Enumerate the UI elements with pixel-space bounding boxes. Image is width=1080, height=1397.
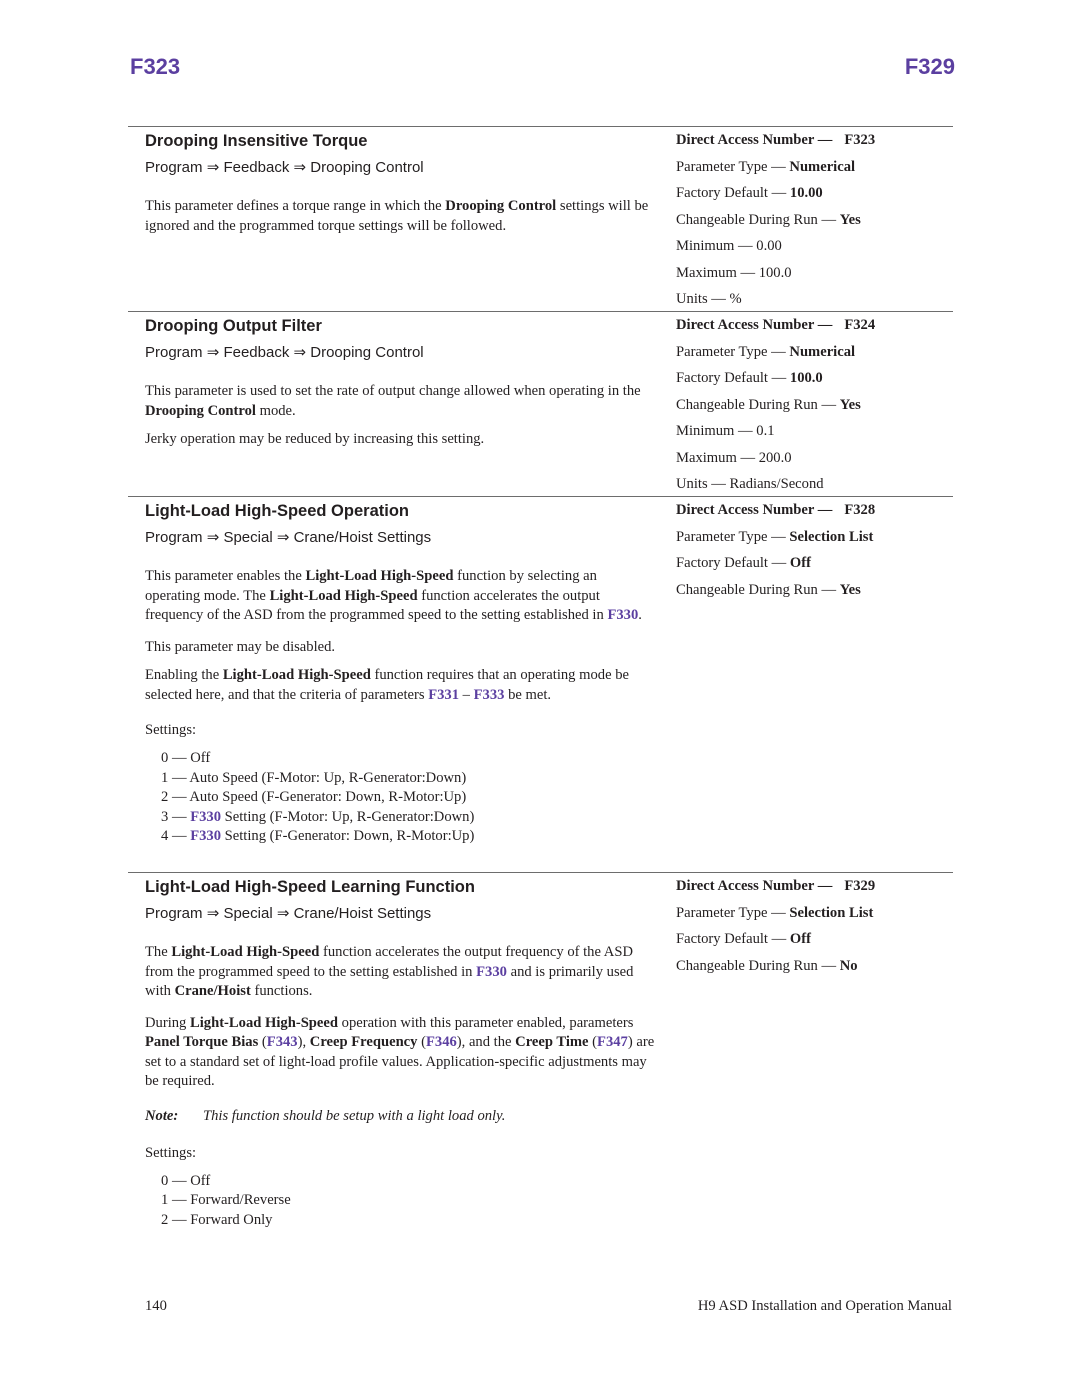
parameter-specs: Direct Access Number — F323 Parameter Typ… <box>676 127 956 313</box>
setting-option: 2 — Auto Speed (F-Generator: Down, R-Mot… <box>161 789 467 805</box>
parameter-type: Parameter Type — Numerical <box>676 158 856 175</box>
description-paragraph: This parameter enables the Light-Load Hi… <box>145 568 642 623</box>
parameter-link-f331[interactable]: F331 <box>428 687 459 703</box>
description-paragraph: Jerky operation may be reduced by increa… <box>145 431 485 447</box>
minimum: Minimum — 0.00 <box>676 238 782 254</box>
description-paragraph: Enabling the Light-Load High-Speed funct… <box>145 667 629 703</box>
path-item: Crane/Hoist Settings <box>293 905 432 922</box>
direct-access-number: Direct Access Number — F328 <box>676 502 876 518</box>
note-text: This function should be setup with a lig… <box>203 1107 506 1124</box>
setting-option: 2 — Forward Only <box>161 1211 273 1228</box>
minimum: Minimum — 0.1 <box>676 423 775 439</box>
path-item: Special <box>223 529 273 546</box>
factory-default: Factory Default — Off <box>676 931 811 947</box>
setting-option: 1 — Forward/Reverse <box>161 1192 291 1208</box>
settings-list: 0 — Off 1 — Forward/Reverse 2 — Forward … <box>145 1172 655 1231</box>
parameter-specs: Direct Access Number — F324 Parameter Typ… <box>676 312 956 498</box>
parameter-link-f346[interactable]: F346 <box>426 1034 457 1050</box>
parameter-section-f329: Light-Load High-Speed Learning Function … <box>128 872 953 1253</box>
maximum: Maximum — 200.0 <box>676 449 792 466</box>
setting-option: 4 — F330 Setting (F-Generator: Down, R-M… <box>161 828 475 844</box>
setting-option: 1 — Auto Speed (F-Motor: Up, R-Generator… <box>161 769 467 786</box>
menu-path: Program ⇒ Feedback ⇒ Drooping Control <box>145 159 655 177</box>
path-item: Feedback <box>223 159 290 176</box>
section-title: Light-Load High-Speed Learning Function <box>145 878 475 896</box>
direct-access-number: Direct Access Number — F329 <box>676 878 876 894</box>
description-paragraph: This parameter is used to set the rate o… <box>145 383 641 419</box>
path-item: Program <box>145 529 203 546</box>
path-arrow-icon: ⇒ <box>276 529 290 546</box>
menu-path: Program ⇒ Special ⇒ Crane/Hoist Settings <box>145 529 655 547</box>
settings-list: 0 — Off 1 — Auto Speed (F-Motor: Up, R-G… <box>145 749 655 847</box>
path-item: Drooping Control <box>310 344 424 361</box>
path-item: Special <box>223 905 273 922</box>
path-arrow-icon: ⇒ <box>276 905 290 922</box>
setting-option: 0 — Off <box>161 1172 211 1189</box>
factory-default: Factory Default — 10.00 <box>676 185 823 201</box>
section-title: Light-Load High-Speed Operation <box>145 502 409 520</box>
path-arrow-icon: ⇒ <box>206 529 220 546</box>
changeable-during-run: Changeable During Run — Yes <box>676 396 861 413</box>
path-arrow-icon: ⇒ <box>206 905 220 922</box>
factory-default: Factory Default — Off <box>676 555 811 571</box>
direct-access-number: Direct Access Number — F323 <box>676 132 876 148</box>
maximum: Maximum — 100.0 <box>676 264 792 281</box>
settings-label: Settings: <box>145 1144 197 1161</box>
parameter-link-f330[interactable]: F330 <box>190 828 221 844</box>
description-paragraph: During Light-Load High-Speed operation w… <box>145 1014 655 1090</box>
section-title: Drooping Output Filter <box>145 317 322 335</box>
changeable-during-run: Changeable During Run — No <box>676 957 858 974</box>
units: Units — % <box>676 291 742 307</box>
parameter-link-f330[interactable]: F330 <box>607 607 638 623</box>
changeable-during-run: Changeable During Run — Yes <box>676 211 861 228</box>
path-item: Program <box>145 344 203 361</box>
setting-option: 3 — F330 Setting (F-Motor: Up, R-Generat… <box>161 808 475 825</box>
path-arrow-icon: ⇒ <box>293 344 307 361</box>
manual-title: H9 ASD Installation and Operation Manual <box>697 1298 952 1314</box>
path-item: Program <box>145 905 203 922</box>
parameter-link-f330[interactable]: F330 <box>190 809 221 825</box>
parameter-type: Parameter Type — Numerical <box>676 343 856 360</box>
parameter-link-f347[interactable]: F347 <box>597 1034 628 1050</box>
description-paragraph: The Light-Load High-Speed function accel… <box>145 944 634 999</box>
parameter-section-f323: Drooping Insensitive Torque Program ⇒ Fe… <box>128 126 953 312</box>
parameter-link-f333[interactable]: F333 <box>474 687 505 703</box>
parameter-type: Parameter Type — Selection List <box>676 904 874 921</box>
parameter-type: Parameter Type — Selection List <box>676 528 874 545</box>
setting-option: 0 — Off <box>161 750 211 766</box>
units: Units — Radians/Second <box>676 476 824 492</box>
parameter-link-f343[interactable]: F343 <box>267 1034 298 1050</box>
note-label: Note: <box>145 1107 179 1124</box>
path-item: Drooping Control <box>310 159 424 176</box>
parameter-section-f328: Light-Load High-Speed Operation Program … <box>128 496 953 873</box>
page-header-start-code: F323 <box>130 54 181 79</box>
description-paragraph: This parameter defines a torque range in… <box>145 198 649 234</box>
description-paragraph: This parameter may be disabled. <box>145 638 336 655</box>
path-arrow-icon: ⇒ <box>206 159 220 176</box>
settings-label: Settings: <box>145 722 197 738</box>
path-item: Crane/Hoist Settings <box>293 529 432 546</box>
parameter-section-f324: Drooping Output Filter Program ⇒ Feedbac… <box>128 311 953 497</box>
changeable-during-run: Changeable During Run — Yes <box>676 581 861 598</box>
note: Note: This function should be setup with … <box>145 1107 655 1126</box>
direct-access-number: Direct Access Number — F324 <box>676 317 876 333</box>
path-arrow-icon: ⇒ <box>206 344 220 361</box>
section-title: Drooping Insensitive Torque <box>145 132 368 150</box>
parameter-specs: Direct Access Number — F329 Parameter Typ… <box>676 873 956 979</box>
page-number: 140 <box>145 1298 167 1314</box>
menu-path: Program ⇒ Special ⇒ Crane/Hoist Settings <box>145 905 655 923</box>
path-item: Program <box>145 159 203 176</box>
page-header-end-code: F329 <box>904 54 955 79</box>
parameter-link-f330[interactable]: F330 <box>476 964 507 980</box>
path-item: Feedback <box>223 344 290 361</box>
menu-path: Program ⇒ Feedback ⇒ Drooping Control <box>145 344 655 362</box>
path-arrow-icon: ⇒ <box>293 159 307 176</box>
parameter-specs: Direct Access Number — F328 Parameter Typ… <box>676 497 956 603</box>
factory-default: Factory Default — 100.0 <box>676 370 823 386</box>
